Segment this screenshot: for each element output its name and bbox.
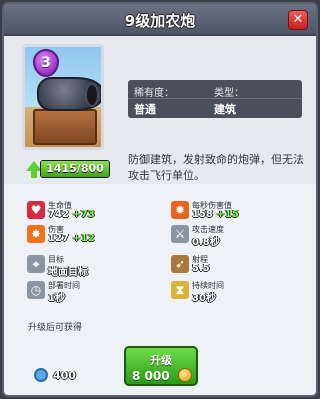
stat-target: ⌖ 目标 地面目标 (24, 253, 156, 278)
upgrade-button[interactable]: 升级 8 000 (124, 346, 198, 386)
sword-icon: ⚔ (171, 225, 189, 243)
stat-deploy-time: ◷ 部署时间 1秒 (24, 279, 156, 304)
cannon-barrel-image (37, 77, 101, 111)
cannon-card: 3 (22, 44, 104, 150)
type-value: 建筑 (214, 103, 236, 116)
stat-attack-speed: ⚔ 攻击速度 0.8秒 (168, 223, 300, 248)
dps-icon: ✹ (171, 201, 189, 219)
stat-value: 127 +12 (48, 233, 95, 244)
card-info-dialog: 9级加农炮 ✕ 3 1415/800 稀有度： 类型： 普通 建筑 防御建筑，发… (2, 2, 318, 397)
stat-value: 地面目标 (48, 267, 88, 278)
heart-icon: ♥ (27, 201, 45, 219)
stat-value: 1秒 (48, 293, 65, 304)
cannon-mouth-image (85, 83, 99, 107)
stat-value: 158 +15 (192, 209, 239, 220)
card-info-table: 稀有度： 类型： 普通 建筑 (128, 80, 302, 118)
card-section: 3 1415/800 稀有度： 类型： 普通 建筑 防御建筑，发射致命的炮弹，但… (4, 36, 316, 184)
rarity-label: 稀有度： (134, 88, 174, 99)
close-button[interactable]: ✕ (288, 10, 308, 30)
cannon-base-image (33, 109, 97, 145)
upgrade-cost: 8 000 (132, 369, 170, 383)
stat-value: 0.8秒 (192, 237, 220, 248)
stat-value: 5.5 (192, 263, 210, 274)
hourglass-icon: ⧗ (171, 281, 189, 299)
gold-coin-icon (178, 368, 192, 382)
dialog-header: 9级加农炮 ✕ (4, 4, 316, 36)
upgrade-label: 升级 (150, 354, 172, 367)
elixir-cost-badge: 3 (33, 49, 59, 77)
exp-reward-value: 400 (53, 368, 76, 382)
exp-reward: 400 (34, 368, 76, 382)
card-progress-text: 1415/800 (46, 162, 104, 175)
stat-value: 742 +73 (48, 209, 95, 220)
upgrade-arrow-stem-icon (31, 170, 37, 178)
target-icon: ⌖ (27, 255, 45, 273)
rarity-value: 普通 (134, 103, 156, 116)
card-progress-bar: 1415/800 (40, 160, 110, 178)
stat-damage: ✸ 伤害 127 +12 (24, 223, 156, 245)
experience-icon (34, 368, 48, 382)
type-label: 类型： (214, 88, 244, 99)
card-description: 防御建筑，发射致命的炮弹，但无法攻击飞行单位。 (128, 153, 304, 182)
exp-reward-label: 升级后可获得 (28, 323, 83, 333)
stat-range: ➶ 射程 5.5 (168, 253, 300, 275)
stat-lifetime: ⧗ 持续时间 30秒 (168, 279, 300, 304)
stat-value: 30秒 (192, 293, 216, 304)
stat-hitpoints: ♥ 生命值 742 +73 (24, 199, 156, 221)
damage-icon: ✸ (27, 225, 45, 243)
stat-dps: ✹ 每秒伤害值 158 +15 (168, 199, 300, 221)
info-divider (128, 98, 302, 99)
dialog-title: 9级加农炮 (124, 12, 196, 30)
clock-icon: ◷ (27, 281, 45, 299)
bow-icon: ➶ (171, 255, 189, 273)
